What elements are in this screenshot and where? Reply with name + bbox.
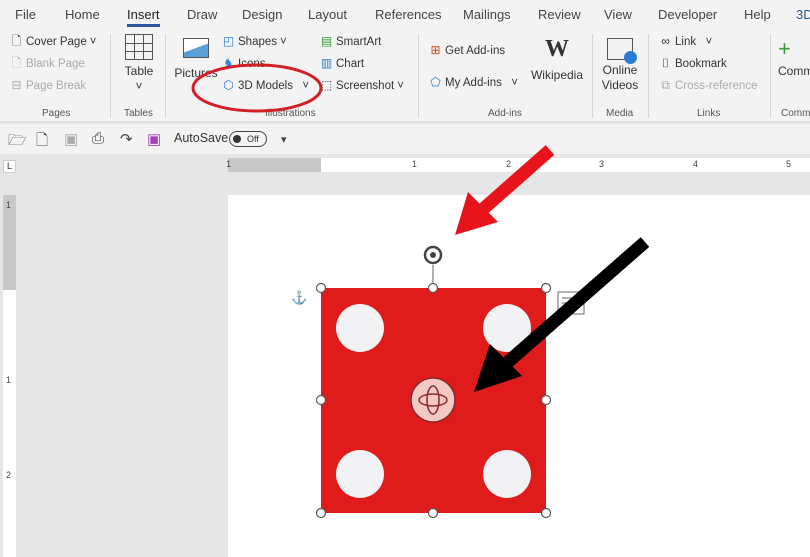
dice-pip bbox=[336, 450, 384, 498]
dice-pip bbox=[336, 304, 384, 352]
rotate-handle-icon[interactable] bbox=[425, 247, 441, 263]
highlight-ellipse bbox=[193, 65, 321, 111]
red-arrow-annotation bbox=[455, 150, 550, 235]
anchor-icon: ⚓ bbox=[291, 290, 307, 305]
dice-pip bbox=[483, 450, 531, 498]
overlay: ⚓ bbox=[0, 0, 810, 557]
3d-rotate-control-icon[interactable] bbox=[411, 378, 455, 422]
